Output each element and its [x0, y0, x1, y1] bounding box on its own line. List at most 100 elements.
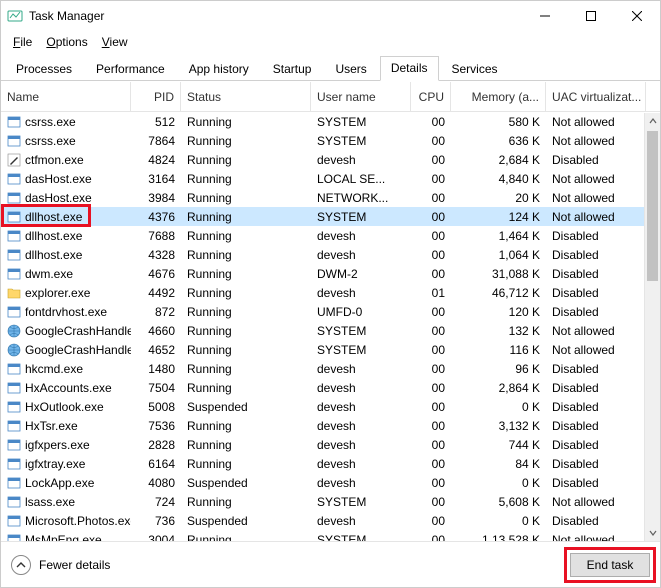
- cell-name: lsass.exe: [1, 495, 131, 509]
- cell-pid: 724: [131, 495, 181, 509]
- cell-uac: Disabled: [546, 419, 646, 433]
- cell-cpu: 00: [411, 419, 451, 433]
- titlebar: Task Manager: [1, 1, 660, 31]
- tab-performance[interactable]: Performance: [85, 57, 176, 81]
- cell-user: SYSTEM: [311, 115, 411, 129]
- table-row[interactable]: fontdrvhost.exe872RunningUMFD-000120 KDi…: [1, 302, 660, 321]
- cell-uac: Not allowed: [546, 495, 646, 509]
- menu-view[interactable]: View: [96, 33, 134, 51]
- chevron-up-icon: [11, 555, 31, 575]
- vertical-scrollbar[interactable]: [644, 113, 660, 541]
- table-row[interactable]: GoogleCrashHandler...4652RunningSYSTEM00…: [1, 340, 660, 359]
- cell-memory: 3,132 K: [451, 419, 546, 433]
- tab-app-history[interactable]: App history: [178, 57, 260, 81]
- table-row[interactable]: dllhost.exe7688Runningdevesh001,464 KDis…: [1, 226, 660, 245]
- col-name[interactable]: Name: [1, 82, 131, 111]
- table-row[interactable]: igfxpers.exe2828Runningdevesh00744 KDisa…: [1, 435, 660, 454]
- tab-services[interactable]: Services: [441, 57, 509, 81]
- cell-cpu: 00: [411, 476, 451, 490]
- table-row[interactable]: HxOutlook.exe5008Suspendeddevesh000 KDis…: [1, 397, 660, 416]
- cell-memory: 1,464 K: [451, 229, 546, 243]
- cell-status: Running: [181, 153, 311, 167]
- process-icon: [7, 362, 21, 376]
- process-name: igfxpers.exe: [25, 438, 90, 452]
- col-memory[interactable]: Memory (a...: [451, 82, 546, 111]
- cell-name: Microsoft.Photos.exe: [1, 514, 131, 528]
- cell-status: Running: [181, 438, 311, 452]
- table-row[interactable]: HxTsr.exe7536Runningdevesh003,132 KDisab…: [1, 416, 660, 435]
- cell-user: devesh: [311, 438, 411, 452]
- process-icon: [7, 457, 21, 471]
- menu-file[interactable]: File: [7, 33, 38, 51]
- cell-uac: Disabled: [546, 305, 646, 319]
- tab-processes[interactable]: Processes: [5, 57, 83, 81]
- cell-status: Suspended: [181, 476, 311, 490]
- cell-cpu: 00: [411, 438, 451, 452]
- cell-status: Running: [181, 362, 311, 376]
- table-row[interactable]: dllhost.exe4376RunningSYSTEM00124 KNot a…: [1, 207, 660, 226]
- table-row[interactable]: explorer.exe4492Runningdevesh0146,712 KD…: [1, 283, 660, 302]
- cell-uac: Disabled: [546, 381, 646, 395]
- tab-details[interactable]: Details: [380, 56, 439, 81]
- table-row[interactable]: MsMpEng.exe3004RunningSYSTEM001,13,528 K…: [1, 530, 660, 541]
- cell-pid: 7688: [131, 229, 181, 243]
- cell-uac: Not allowed: [546, 115, 646, 129]
- minimize-button[interactable]: [522, 1, 568, 31]
- cell-cpu: 00: [411, 134, 451, 148]
- table-row[interactable]: dasHost.exe3984RunningNETWORK...0020 KNo…: [1, 188, 660, 207]
- table-row[interactable]: dllhost.exe4328Runningdevesh001,064 KDis…: [1, 245, 660, 264]
- table-row[interactable]: csrss.exe7864RunningSYSTEM00636 KNot all…: [1, 131, 660, 150]
- cell-pid: 6164: [131, 457, 181, 471]
- cell-uac: Not allowed: [546, 172, 646, 186]
- cell-memory: 124 K: [451, 210, 546, 224]
- cell-cpu: 00: [411, 191, 451, 205]
- maximize-button[interactable]: [568, 1, 614, 31]
- cell-status: Running: [181, 343, 311, 357]
- col-pid[interactable]: PID: [131, 82, 181, 111]
- scroll-up-arrow[interactable]: [645, 113, 660, 129]
- table-row[interactable]: GoogleCrashHandler...4660RunningSYSTEM00…: [1, 321, 660, 340]
- col-user[interactable]: User name: [311, 82, 411, 111]
- cell-memory: 636 K: [451, 134, 546, 148]
- table-row[interactable]: hkcmd.exe1480Runningdevesh0096 KDisabled: [1, 359, 660, 378]
- cell-uac: Not allowed: [546, 191, 646, 205]
- table-row[interactable]: dwm.exe4676RunningDWM-20031,088 KDisable…: [1, 264, 660, 283]
- cell-cpu: 00: [411, 343, 451, 357]
- fewer-details-label: Fewer details: [39, 558, 110, 572]
- process-icon: [7, 381, 21, 395]
- cell-memory: 580 K: [451, 115, 546, 129]
- process-name: dwm.exe: [25, 267, 73, 281]
- menu-options[interactable]: Options: [40, 33, 93, 51]
- table-row[interactable]: Microsoft.Photos.exe736Suspendeddevesh00…: [1, 511, 660, 530]
- col-uac[interactable]: UAC virtualizat...: [546, 82, 646, 111]
- close-button[interactable]: [614, 1, 660, 31]
- cell-pid: 4652: [131, 343, 181, 357]
- fewer-details-button[interactable]: Fewer details: [11, 555, 110, 575]
- table-row[interactable]: lsass.exe724RunningSYSTEM005,608 KNot al…: [1, 492, 660, 511]
- table-row[interactable]: ctfmon.exe4824Runningdevesh002,684 KDisa…: [1, 150, 660, 169]
- cell-user: NETWORK...: [311, 191, 411, 205]
- table-row[interactable]: csrss.exe512RunningSYSTEM00580 KNot allo…: [1, 112, 660, 131]
- cell-cpu: 00: [411, 533, 451, 542]
- scroll-down-arrow[interactable]: [645, 525, 660, 541]
- table-row[interactable]: igfxtray.exe6164Runningdevesh0084 KDisab…: [1, 454, 660, 473]
- cell-status: Running: [181, 267, 311, 281]
- tab-users[interactable]: Users: [324, 57, 377, 81]
- col-status[interactable]: Status: [181, 82, 311, 111]
- cell-status: Running: [181, 533, 311, 542]
- col-cpu[interactable]: CPU: [411, 82, 451, 111]
- tab-startup[interactable]: Startup: [262, 57, 323, 81]
- table-row[interactable]: dasHost.exe3164RunningLOCAL SE...004,840…: [1, 169, 660, 188]
- process-name: igfxtray.exe: [25, 457, 85, 471]
- process-name: HxOutlook.exe: [25, 400, 104, 414]
- end-task-button[interactable]: End task: [570, 553, 650, 577]
- cell-name: dllhost.exe: [1, 248, 131, 262]
- cell-name: dasHost.exe: [1, 191, 131, 205]
- process-name: GoogleCrashHandler...: [25, 343, 131, 357]
- scroll-thumb[interactable]: [647, 131, 658, 281]
- process-icon: [7, 533, 21, 542]
- cell-user: SYSTEM: [311, 533, 411, 542]
- cell-memory: 120 K: [451, 305, 546, 319]
- table-row[interactable]: HxAccounts.exe7504Runningdevesh002,864 K…: [1, 378, 660, 397]
- table-row[interactable]: LockApp.exe4080Suspendeddevesh000 KDisab…: [1, 473, 660, 492]
